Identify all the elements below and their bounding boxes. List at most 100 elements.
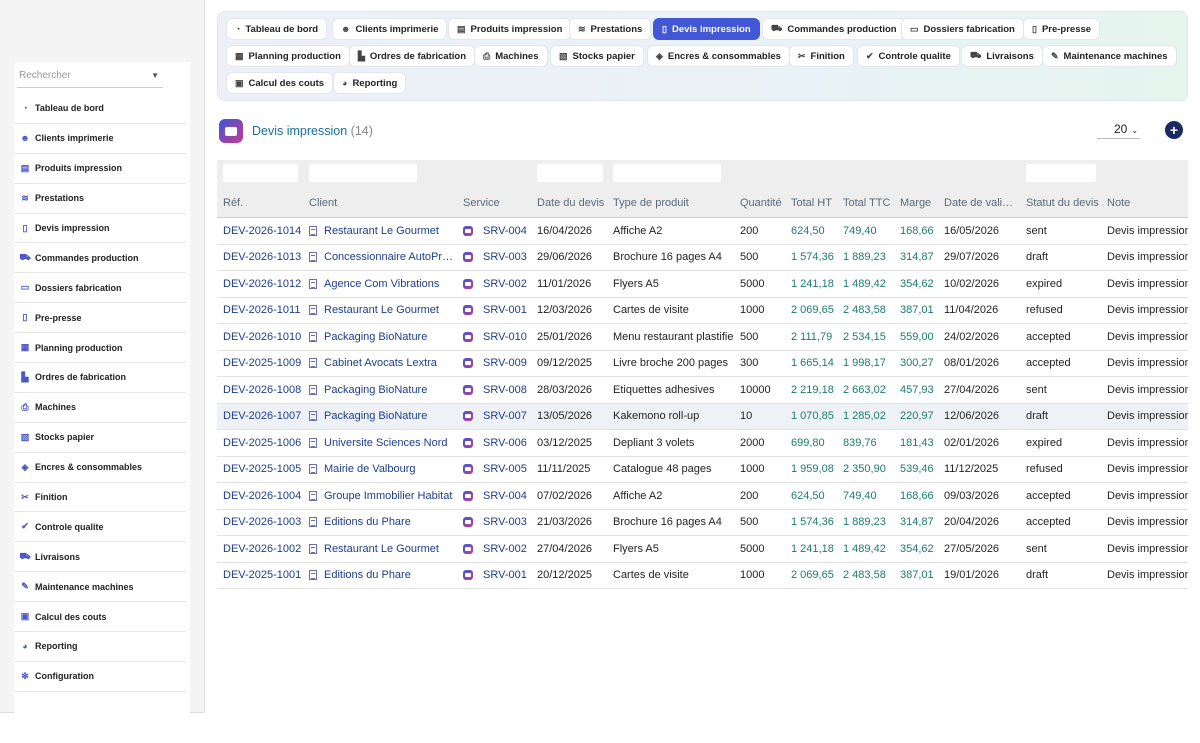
sidebar-item-maintenance-machines[interactable]: ✎ Maintenance machines [14, 572, 186, 603]
sidebar-item-devis-impression[interactable]: ▯ Devis impression [14, 214, 186, 244]
col-ref-cell[interactable]: DEV-2026-1013 [223, 245, 307, 271]
col-ref-cell[interactable]: DEV-2026-1004 [223, 483, 307, 509]
table-row[interactable]: DEV-2026-1004 Groupe Immobilier Habitat SR… [217, 483, 1188, 510]
tab-ordres-de-fabrication[interactable]: ▙ Ordres de fabrication [349, 45, 476, 67]
search-select[interactable]: Rechercher ▼ [17, 66, 163, 88]
table-row[interactable]: DEV-2026-1012 Agence Com Vibrations SRV-00… [217, 271, 1188, 298]
col-service-cell[interactable]: SRV-008 [463, 377, 533, 403]
sidebar-item-reporting[interactable]: ◕ Reporting [14, 632, 186, 662]
sidebar-item-encres-consommables[interactable]: ◈ Encres & consommables [14, 453, 186, 483]
filter-ref-input[interactable] [223, 164, 298, 182]
col-service-header[interactable]: Service [463, 188, 533, 217]
col-total-ttc-header[interactable]: Total TTC [843, 188, 897, 217]
table-row[interactable]: DEV-2025-1009 Cabinet Avocats Lextra SRV-0… [217, 350, 1188, 377]
tab-commandes-production[interactable]: ⛟ Commandes production [762, 18, 906, 40]
col-service-cell[interactable]: SRV-003 [463, 510, 533, 536]
col-client-cell[interactable]: Restaurant Le Gourmet [309, 536, 457, 562]
table-row[interactable]: DEV-2026-1014 Restaurant Le Gourmet SRV-00… [217, 218, 1188, 245]
page-size-select[interactable]: 20 ⌄ [1097, 121, 1140, 139]
table-row[interactable]: DEV-2026-1010 Packaging BioNature SRV-010 2… [217, 324, 1188, 351]
col-ref-cell[interactable]: DEV-2026-1003 [223, 510, 307, 536]
col-total-ht-header[interactable]: Total HT [791, 188, 841, 217]
col-client-cell[interactable]: Packaging BioNature [309, 377, 457, 403]
col-client-cell[interactable]: Restaurant Le Gourmet [309, 298, 457, 324]
sidebar-item-finition[interactable]: ✂ Finition [14, 483, 186, 513]
sidebar-item-planning-production[interactable]: ▦ Planning production [14, 333, 186, 364]
filter-type-input[interactable] [613, 164, 721, 182]
col-ref-cell[interactable]: DEV-2025-1009 [223, 351, 307, 377]
col-client-cell[interactable]: Concessionnaire AutoPr… [309, 245, 457, 271]
col-ref-cell[interactable]: DEV-2025-1006 [223, 430, 307, 456]
col-client-cell[interactable]: Mairie de Valbourg [309, 457, 457, 483]
sidebar-item-clients-imprimerie[interactable]: ☻ Clients imprimerie [14, 124, 186, 154]
col-client-cell[interactable]: Packaging BioNature [309, 404, 457, 430]
tab-pre-presse[interactable]: ▯ Pre-presse [1023, 18, 1101, 40]
table-row[interactable]: DEV-2026-1007 Packaging BioNature SRV-007 1… [217, 403, 1188, 430]
sidebar-item-livraisons[interactable]: ⛟ Livraisons [14, 542, 186, 573]
col-quantity-header[interactable]: Quantité [740, 188, 788, 217]
plus-circle-icon[interactable]: + [1165, 121, 1183, 139]
col-client-cell[interactable]: Packaging BioNature [309, 324, 457, 350]
tab-finition[interactable]: ✂ Finition [789, 45, 854, 67]
tab-stocks-papier[interactable]: ▧ Stocks papier [550, 45, 644, 67]
col-margin-header[interactable]: Marge [900, 188, 942, 217]
col-service-cell[interactable]: SRV-003 [463, 245, 533, 271]
tab-livraisons[interactable]: ⛟ Livraisons [961, 45, 1043, 67]
col-validity-header[interactable]: Date de vali… [944, 188, 1024, 217]
col-ref-cell[interactable]: DEV-2026-1012 [223, 271, 307, 297]
tab-produits-impression[interactable]: ▤ Produits impression [448, 18, 572, 40]
col-service-cell[interactable]: SRV-001 [463, 563, 533, 589]
col-service-cell[interactable]: SRV-002 [463, 536, 533, 562]
col-ref-cell[interactable]: DEV-2026-1010 [223, 324, 307, 350]
col-service-cell[interactable]: SRV-006 [463, 430, 533, 456]
col-service-cell[interactable]: SRV-009 [463, 351, 533, 377]
col-client-cell[interactable]: Restaurant Le Gourmet [309, 218, 457, 244]
col-service-cell[interactable]: SRV-005 [463, 457, 533, 483]
col-ref-cell[interactable]: DEV-2026-1011 [223, 298, 307, 324]
sidebar-item-machines[interactable]: ⎙ Machines [14, 393, 186, 423]
sidebar-item-calcul-des-couts[interactable]: ▣ Calcul des couts [14, 602, 186, 633]
filter-client-input[interactable] [309, 164, 417, 182]
col-ref-cell[interactable]: DEV-2025-1001 [223, 563, 307, 589]
col-client-cell[interactable]: Editions du Phare [309, 510, 457, 536]
sidebar-item-controle-qualite[interactable]: ✔ Controle qualite [14, 512, 186, 543]
tab-clients-imprimerie[interactable]: ☻ Clients imprimerie [332, 18, 448, 40]
sidebar-item-stocks-papier[interactable]: ▧ Stocks papier [14, 423, 186, 453]
tab-devis-impression[interactable]: ▯ Devis impression [653, 18, 760, 40]
col-service-cell[interactable]: SRV-002 [463, 271, 533, 297]
col-ref-cell[interactable]: DEV-2026-1002 [223, 536, 307, 562]
tab-reporting[interactable]: ◕ Reporting [333, 72, 407, 94]
table-row[interactable]: DEV-2025-1005 Mairie de Valbourg SRV-005 11… [217, 456, 1188, 483]
table-row[interactable]: DEV-2025-1001 Editions du Phare SRV-001 20/… [217, 562, 1188, 589]
col-service-cell[interactable]: SRV-004 [463, 218, 533, 244]
col-ref-cell[interactable]: DEV-2026-1007 [223, 404, 307, 430]
table-row[interactable]: DEV-2025-1006 Universite Sciences Nord SRV… [217, 430, 1188, 457]
col-client-header[interactable]: Client [309, 188, 457, 217]
col-type-header[interactable]: Type de produit [613, 188, 737, 217]
tab-calcul-des-couts[interactable]: ▣ Calcul des couts [226, 72, 334, 94]
col-status-header[interactable]: Statut du devis [1026, 188, 1106, 217]
sidebar-item-pre-presse[interactable]: ▯ Pre-presse [14, 303, 186, 334]
col-client-cell[interactable]: Editions du Phare [309, 563, 457, 589]
col-ref-header[interactable]: Réf. [223, 188, 307, 217]
table-row[interactable]: DEV-2026-1008 Packaging BioNature SRV-008 2… [217, 377, 1188, 404]
tab-dossiers-fabrication[interactable]: ▭ Dossiers fabrication [901, 18, 1024, 40]
tab-prestations[interactable]: ≋ Prestations [569, 18, 652, 40]
filter-status-input[interactable] [1026, 164, 1096, 182]
col-note-header[interactable]: Note [1107, 188, 1188, 217]
col-client-cell[interactable]: Cabinet Avocats Lextra [309, 351, 457, 377]
col-client-cell[interactable]: Groupe Immobilier Habitat [309, 483, 457, 509]
tab-machines[interactable]: ⎙ Machines [474, 45, 548, 67]
tab-tableau-de-bord[interactable]: ◔ Tableau de bord [226, 18, 328, 40]
tab-controle-qualite[interactable]: ✔ Controle qualite [857, 45, 960, 67]
col-service-cell[interactable]: SRV-010 [463, 324, 533, 350]
col-client-cell[interactable]: Universite Sciences Nord [309, 430, 457, 456]
sidebar-item-configuration[interactable]: ✻ Configuration [14, 662, 186, 692]
col-service-cell[interactable]: SRV-001 [463, 298, 533, 324]
sidebar-item-tableau-de-bord[interactable]: ◔ Tableau de bord [14, 94, 186, 124]
table-row[interactable]: DEV-2026-1003 Editions du Phare SRV-003 21/… [217, 509, 1188, 536]
tab-encres-consommables[interactable]: ◈ Encres & consommables [647, 45, 790, 67]
col-service-cell[interactable]: SRV-007 [463, 404, 533, 430]
col-service-cell[interactable]: SRV-004 [463, 483, 533, 509]
table-row[interactable]: DEV-2026-1002 Restaurant Le Gourmet SRV-00… [217, 536, 1188, 563]
